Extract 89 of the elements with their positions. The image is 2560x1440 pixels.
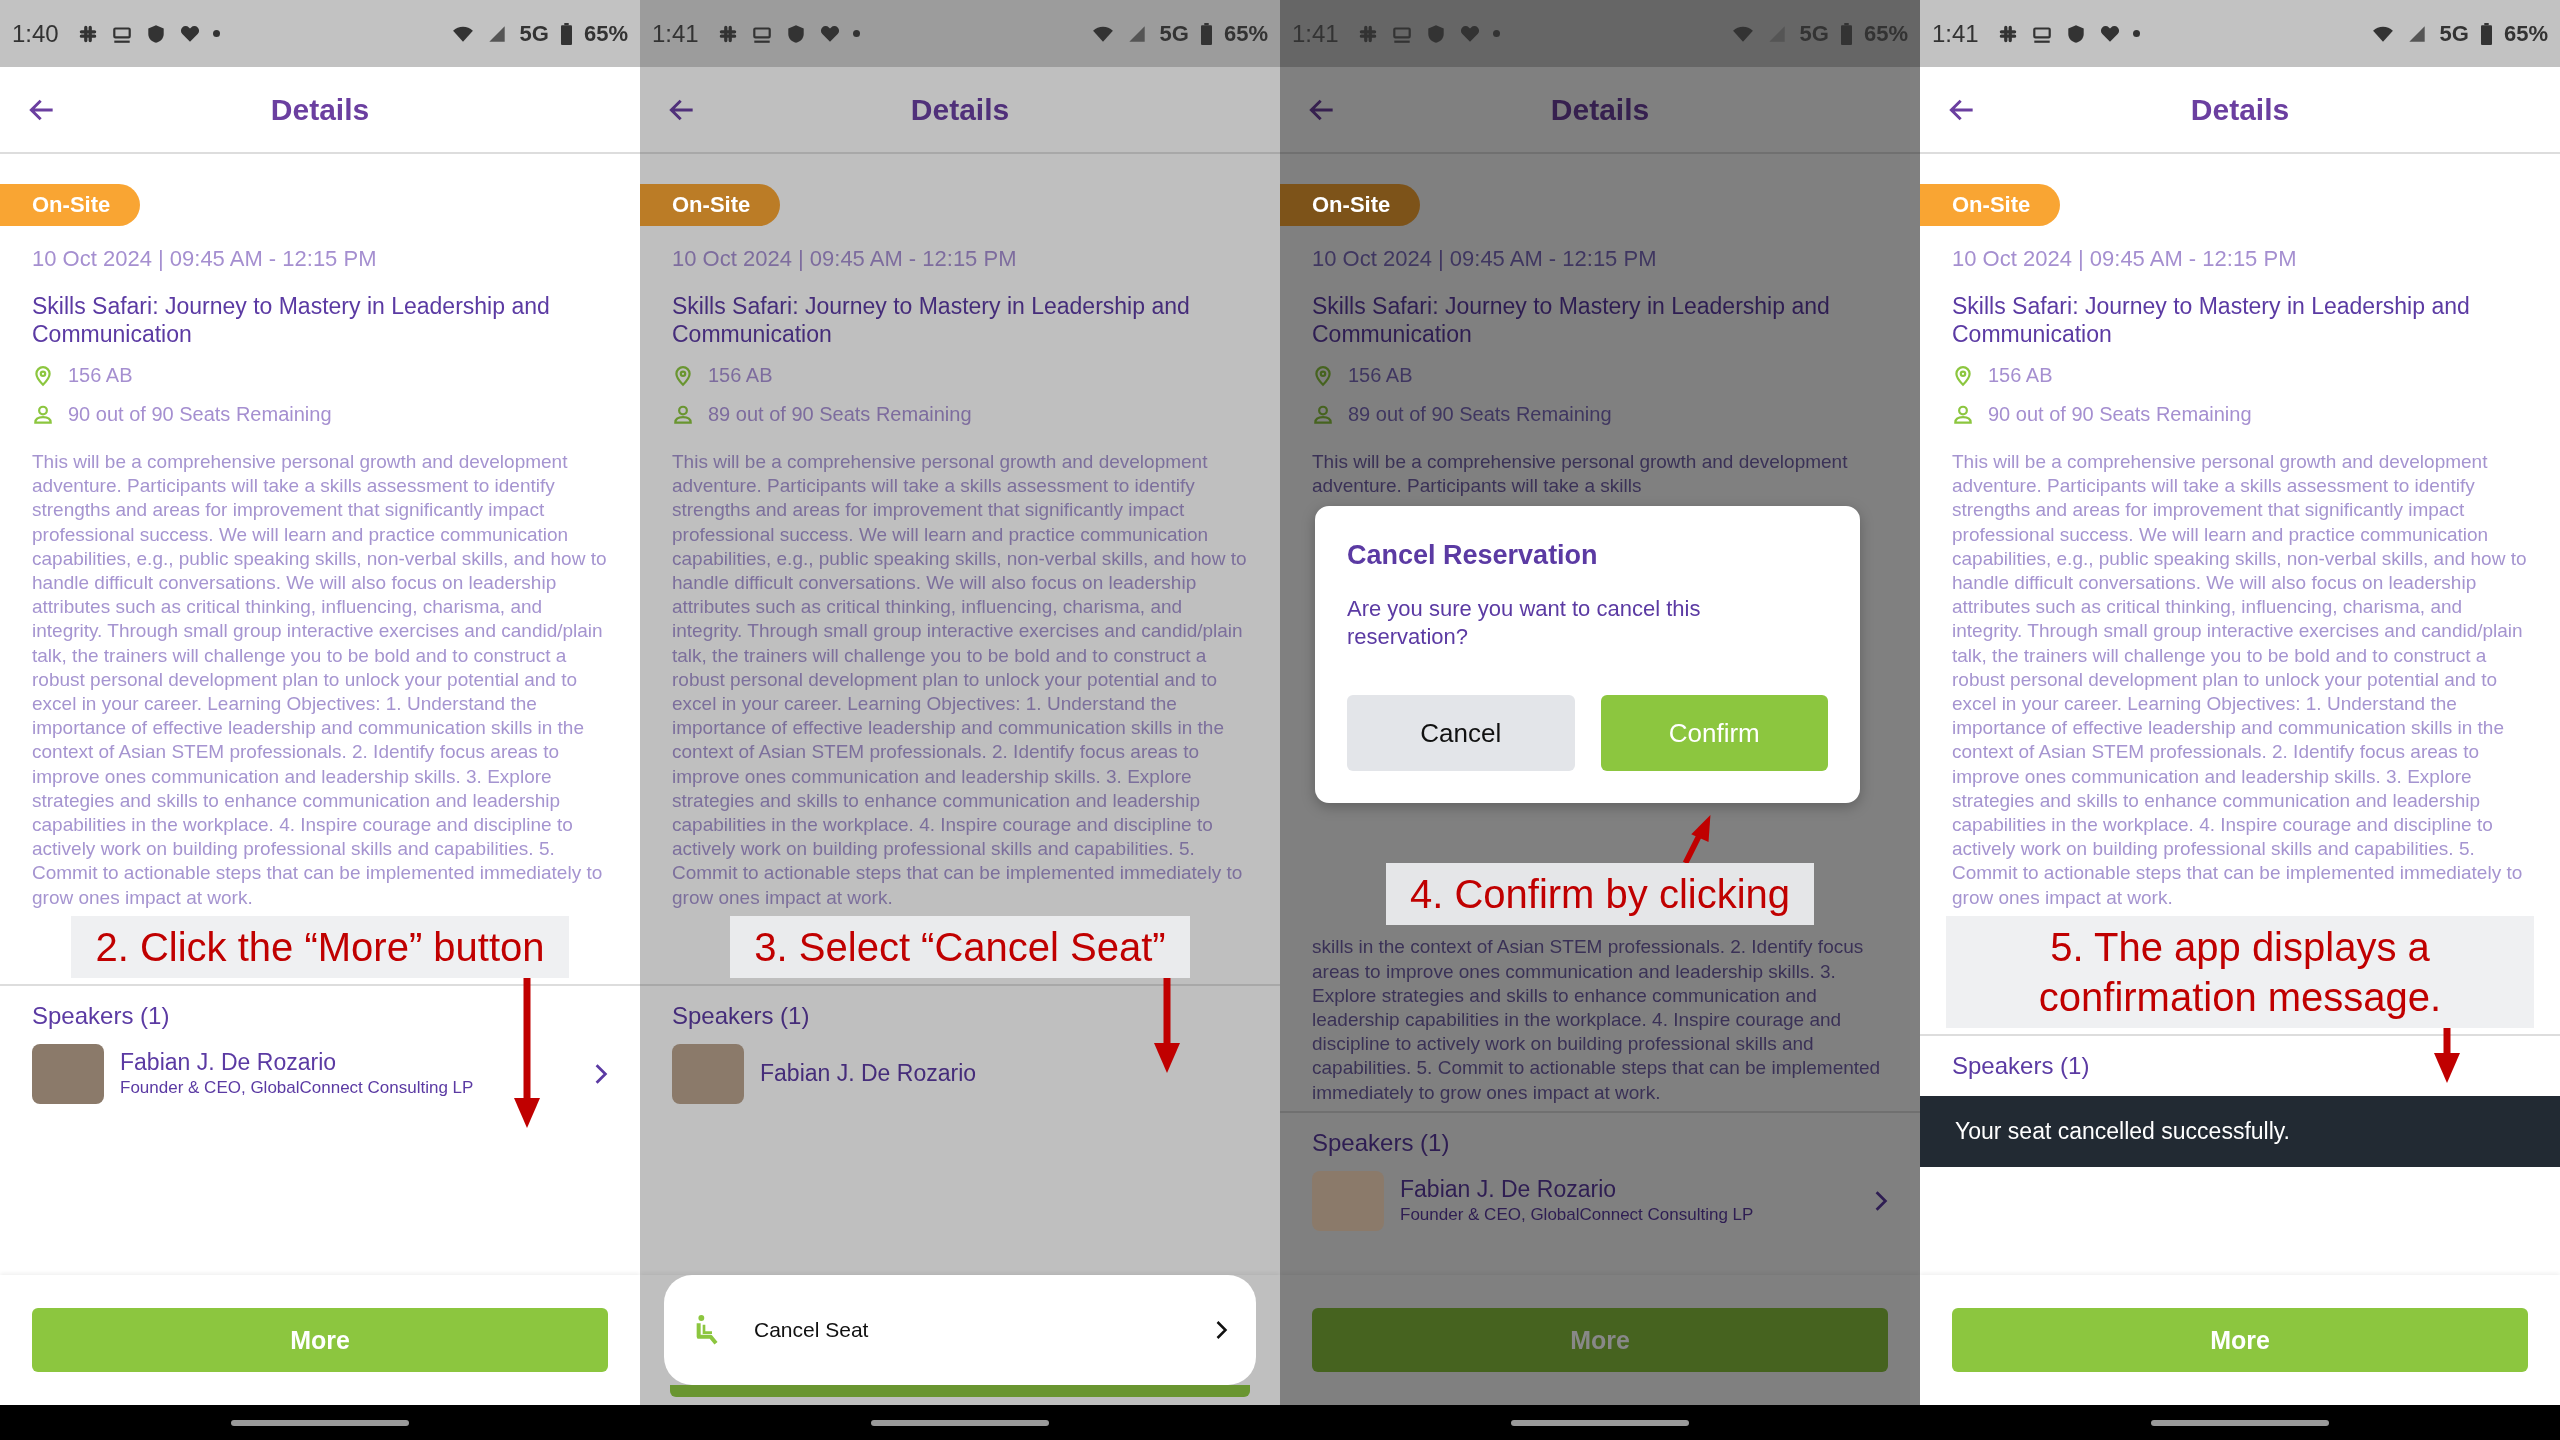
- event-type-badge: On-Site: [1920, 184, 2061, 226]
- event-location: 156 AB: [1988, 364, 2053, 387]
- battery-icon: [560, 22, 572, 45]
- speaker-row[interactable]: Fabian J. De Rozario: [672, 1043, 1248, 1104]
- event-location: 156 AB: [708, 364, 773, 387]
- seats-remaining: 89 out of 90 Seats Remaining: [1348, 403, 1612, 426]
- seats-remaining: 90 out of 90 Seats Remaining: [1988, 403, 2252, 426]
- status-time: 1:41: [652, 19, 699, 48]
- speakers-heading: Speakers (1): [32, 1001, 170, 1030]
- speaker-name: Fabian J. De Rozario: [760, 1060, 978, 1088]
- battery-level: 65%: [583, 20, 628, 47]
- event-description: This will be a comprehensive personal growth and development adventure. Participants will take a skills: [1312, 450, 1849, 499]
- dialog-message: Are you sure you want to cancel this reservation?: [1347, 595, 1702, 652]
- seats-remaining: 90 out of 90 Seats Remaining: [68, 403, 332, 426]
- home-indicator[interactable]: [231, 1419, 409, 1426]
- dot-icon: [2132, 30, 2140, 37]
- page-title: Details: [270, 92, 370, 127]
- dot-icon: [212, 30, 220, 37]
- location-pin-icon: [1952, 364, 1974, 387]
- event-title: Skills Safari: Journey to Mastery in Leadership and Communication: [1312, 292, 1831, 348]
- event-description: This will be a comprehensive personal growth and development adventure. Participants will take a skills assessment to identify strengths and areas for improvement that significantly impact professional success. We will learn and practice communication capabilities, e.g., public speaking skills, non-verbal skills, and how to handle difficult conversations. We will also focus on leadership attributes such as critical thinking, influencing, charisma, and integrity. Through small group interactive exercises and candid/plain talk, the trainers will challenge you to be bold and to construct a robust personal development plan to unlock your potential and to excel in your career. Learning Objectives: 1. Understand the importance of effective leadership and communication skills in the context of Asian STEM professionals. 2. Identify focus areas to improve ones communication and leadership skills. 3. Explore strategies and skills to enhance communication and leadership capabilities in the workplace. 4. Inspire courage and discipline to actively work on building professional skills and capabilities. 5. Commit to actionable steps that can be implemented immediately to grow ones impact at work.: [672, 450, 1248, 910]
- cancel-seat-option[interactable]: Cancel Seat: [664, 1275, 1256, 1385]
- dialog-title: Cancel Reservation: [1347, 540, 1599, 572]
- person-icon: [32, 403, 54, 426]
- event-title: Skills Safari: Journey to Mastery in Leadership and Communication: [672, 292, 1191, 348]
- home-indicator[interactable]: [1511, 1419, 1689, 1426]
- event-date: 10 Oct 2024 | 09:45 AM - 12:15 PM: [1312, 246, 1658, 272]
- event-title: Skills Safari: Journey to Mastery in Leadership and Communication: [32, 292, 551, 348]
- speaker-row[interactable]: Fabian J. De Rozario Founder & CEO, GlobalConnect Consulting LP: [1312, 1170, 1888, 1231]
- speaker-name: Fabian J. De Rozario: [120, 1049, 338, 1077]
- chevron-right-icon: [1874, 1189, 1888, 1212]
- event-date: 10 Oct 2024 | 09:45 AM - 12:15 PM: [32, 246, 378, 272]
- page-title: Details: [2190, 92, 2290, 127]
- location-pin-icon: [1312, 364, 1334, 387]
- speaker-role: Founder & CEO, GlobalConnect Consulting LP: [120, 1078, 475, 1099]
- person-icon: [1952, 403, 1974, 426]
- event-location: 156 AB: [1348, 364, 1413, 387]
- battery-icon: [1840, 22, 1852, 45]
- photo-placeholder: [32, 1043, 104, 1104]
- step-annotation: 4. Confirm by clicking: [1385, 863, 1815, 926]
- speaker-role: Founder & CEO, GlobalConnect Consulting LP: [1400, 1205, 1755, 1226]
- speakers-heading: Speakers (1): [672, 1001, 810, 1030]
- home-indicator[interactable]: [2151, 1419, 2329, 1426]
- network-label: 5G: [1159, 20, 1189, 47]
- step-annotation: 2. Click the “More” button: [71, 915, 569, 978]
- location-pin-icon: [672, 364, 694, 387]
- chevron-right-icon: [594, 1062, 608, 1085]
- event-type-badge: On-Site: [1280, 184, 1421, 226]
- battery-icon: [1200, 22, 1212, 45]
- event-type-badge: On-Site: [0, 184, 141, 226]
- page-title: Details: [910, 92, 1010, 127]
- event-date: 10 Oct 2024 | 09:45 AM - 12:15 PM: [672, 246, 1018, 272]
- network-label: 5G: [519, 20, 549, 47]
- home-indicator[interactable]: [871, 1419, 1049, 1426]
- speakers-heading: Speakers (1): [1952, 1051, 2090, 1080]
- status-time: 1:40: [12, 19, 59, 48]
- battery-level: 65%: [1223, 20, 1268, 47]
- confirm-button[interactable]: Confirm: [1600, 695, 1828, 772]
- speaker-row[interactable]: Fabian J. De Rozario Founder & CEO, GlobalConnect Consulting LP: [32, 1043, 608, 1104]
- person-icon: [672, 403, 694, 426]
- network-label: 5G: [2439, 20, 2469, 47]
- more-button[interactable]: More: [1952, 1308, 2528, 1372]
- dot-icon: [852, 30, 860, 37]
- step-annotation: 3. Select “Cancel Seat”: [730, 915, 1190, 978]
- battery-icon: [2480, 22, 2492, 45]
- status-time: 1:41: [1932, 19, 1979, 48]
- event-location: 156 AB: [68, 364, 133, 387]
- chevron-right-icon: [1215, 1320, 1228, 1340]
- step-annotation: 5. The app displays a confirmation message.: [1946, 915, 2534, 1028]
- dot-icon: [1492, 30, 1500, 37]
- cancel-button[interactable]: Cancel: [1347, 695, 1575, 772]
- battery-level: 65%: [2503, 20, 2548, 47]
- speakers-heading: Speakers (1): [1312, 1128, 1450, 1157]
- event-date: 10 Oct 2024 | 09:45 AM - 12:15 PM: [1952, 246, 2298, 272]
- event-description: This will be a comprehensive personal growth and development adventure. Participants will take a skills assessment to identify strengths and areas for improvement that significantly impact professional success. We will learn and practice communication capabilities, e.g., public speaking skills, non-verbal skills, and how to handle difficult conversations. We will also focus on leadership attributes such as critical thinking, influencing, charisma, and integrity. Through small group interactive exercises and candid/plain talk, the trainers will challenge you to be bold and to construct a robust personal development plan to unlock your potential and to excel in your career. Learning Objectives: 1. Understand the importance of effective leadership and communication skills in the context of Asian STEM professionals. 2. Identify focus areas to improve ones communication and leadership skills. 3. Explore strategies and skills to enhance communication and leadership capabilities in the workplace. 4. Inspire courage and discipline to actively work on building professional skills and capabilities. 5. Commit to actionable steps that can be implemented immediately to grow ones impact at work.: [32, 450, 608, 910]
- speaker-name: Fabian J. De Rozario: [1400, 1176, 1618, 1204]
- seats-remaining: 89 out of 90 Seats Remaining: [708, 403, 972, 426]
- toast-message: Your seat cancelled successfully.: [1920, 1095, 2560, 1167]
- event-description: This will be a comprehensive personal growth and development adventure. Participants will take a skills assessment to identify strengths and areas for improvement that significantly impact professional success. We will learn and practice communication capabilities, e.g., public speaking skills, non-verbal skills, and how to handle difficult conversations. We will also focus on leadership attributes such as critical thinking, influencing, charisma, and integrity. Through small group interactive exercises and candid/plain talk, the trainers will challenge you to be bold and to construct a robust personal development plan to unlock your potential and to excel in your career. Learning Objectives: 1. Understand the importance of effective leadership and communication skills in the context of Asian STEM professionals. 2. Identify focus areas to improve ones communication and leadership skills. 3. Explore strategies and skills to enhance communication and leadership capabilities in the workplace. 4. Inspire courage and discipline to actively work on building professional skills and capabilities. 5. Commit to actionable steps that can be implemented immediately to grow ones impact at work.: [1952, 450, 2528, 910]
- event-title: Skills Safari: Journey to Mastery in Leadership and Communication: [1952, 292, 2471, 348]
- event-description: skills in the context of Asian STEM professionals. 2. Identify focus areas to improve ones communication and leadership skills. 3. Explore strategies and skills to enhance communication and leadership capabilities in the workplace. 4. Inspire courage and discipline to actively work on building professional skills and capabilities. 5. Commit to actionable steps that can be implemented immediately to grow ones impact at work.: [1312, 935, 1882, 1105]
- event-type-badge: On-Site: [640, 184, 781, 226]
- person-icon: [1312, 403, 1334, 426]
- more-button[interactable]: More: [32, 1308, 608, 1372]
- photo-placeholder: [672, 1043, 744, 1104]
- location-pin-icon: [32, 364, 54, 387]
- page-title: Details: [1550, 92, 1650, 127]
- more-button[interactable]: More: [1312, 1308, 1888, 1372]
- arrow-annotation: [2432, 1027, 2462, 1083]
